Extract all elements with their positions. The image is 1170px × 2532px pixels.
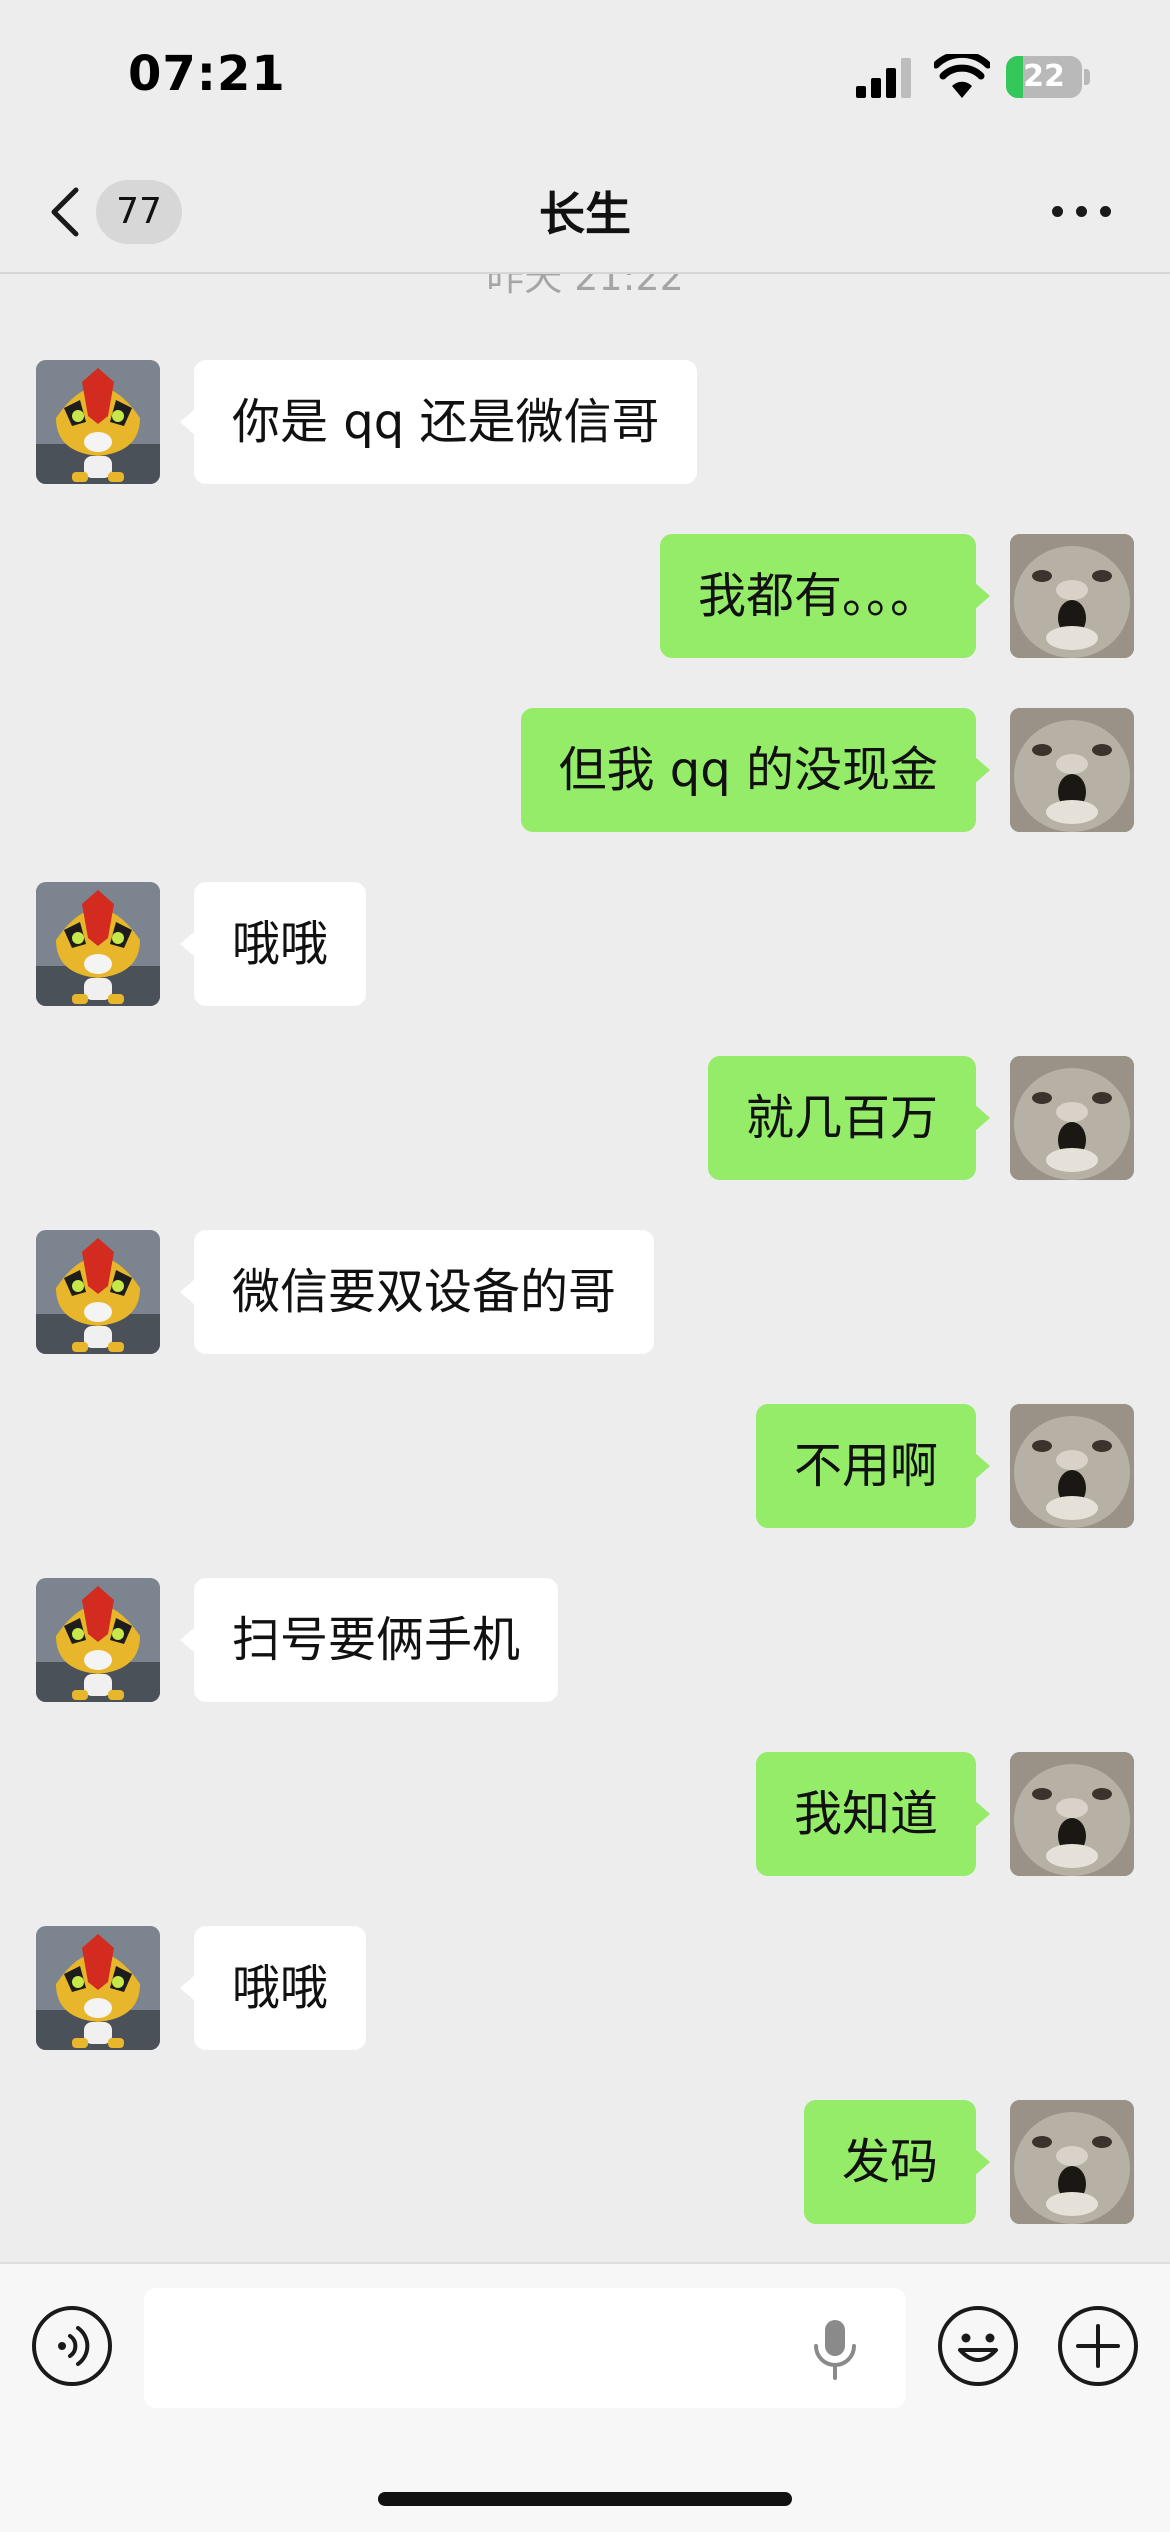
sent-message: 发码 — [0, 2100, 1170, 2224]
message-bubble[interactable]: 发码 — [803, 2100, 991, 2224]
message-bubble[interactable]: 但我 qq 的没现金 — [520, 708, 991, 832]
received-message: 微信要双设备的哥 — [0, 1230, 1170, 1354]
message-bubble[interactable]: 我知道 — [755, 1752, 991, 1876]
more-dots-icon — [1100, 206, 1111, 217]
chat-title: 长生 — [539, 187, 631, 241]
microphone-icon[interactable] — [810, 2318, 860, 2382]
home-indicator — [378, 2492, 792, 2506]
chat-screen: 07:21 22 77 长生 昨天 21:22 你是 qq 还是微信哥 我都有。… — [0, 0, 1170, 2532]
received-message: 哦哦 — [0, 882, 1170, 1006]
sent-message: 就几百万 — [0, 1056, 1170, 1180]
message-bubble[interactable]: 我都有。。。 — [659, 534, 991, 658]
message-bubble[interactable]: 哦哦 — [179, 882, 367, 1006]
sent-message: 但我 qq 的没现金 — [0, 708, 1170, 832]
message-input[interactable] — [144, 2288, 906, 2408]
sent-message: 不用啊 — [0, 1404, 1170, 1528]
voice-mode-icon[interactable] — [30, 2304, 114, 2388]
plus-icon[interactable] — [1056, 2304, 1140, 2388]
contact-avatar[interactable] — [36, 882, 160, 1006]
more-dots-icon — [1076, 206, 1087, 217]
message-bubble[interactable]: 扫号要俩手机 — [179, 1578, 559, 1702]
message-timestamp: 昨天 21:22 — [486, 274, 684, 299]
contact-avatar[interactable] — [36, 1926, 160, 2050]
back-button[interactable]: 77 — [36, 172, 186, 252]
message-bubble[interactable]: 微信要双设备的哥 — [179, 1230, 655, 1354]
contact-avatar[interactable] — [36, 360, 160, 484]
more-button[interactable] — [1050, 186, 1120, 236]
battery-body: 22 — [1006, 56, 1082, 98]
status-time: 07:21 — [128, 46, 286, 102]
message-bubble[interactable]: 不用啊 — [755, 1404, 991, 1528]
battery-icon: 22 — [1006, 56, 1090, 98]
my-avatar[interactable] — [1010, 534, 1134, 658]
more-dots-icon — [1052, 206, 1063, 217]
cellular-signal-icon — [856, 58, 911, 98]
my-avatar[interactable] — [1010, 708, 1134, 832]
emoji-icon[interactable] — [936, 2304, 1020, 2388]
contact-avatar[interactable] — [36, 1230, 160, 1354]
my-avatar[interactable] — [1010, 1056, 1134, 1180]
received-message: 哦哦 — [0, 1926, 1170, 2050]
message-bubble[interactable]: 你是 qq 还是微信哥 — [179, 360, 698, 484]
chevron-left-icon — [51, 187, 79, 237]
sent-message: 我知道 — [0, 1752, 1170, 1876]
battery-level: 22 — [1023, 59, 1065, 94]
contact-avatar[interactable] — [36, 1578, 160, 1702]
battery-tip — [1084, 69, 1090, 85]
message-bubble[interactable]: 就几百万 — [707, 1056, 991, 1180]
my-avatar[interactable] — [1010, 1404, 1134, 1528]
wifi-icon — [934, 54, 990, 98]
my-avatar[interactable] — [1010, 2100, 1134, 2224]
message-list[interactable]: 昨天 21:22 你是 qq 还是微信哥 我都有。。。 但我 qq 的没现金 哦哦 就几… — [0, 274, 1170, 2260]
input-bar — [0, 2262, 1170, 2532]
received-message: 扫号要俩手机 — [0, 1578, 1170, 1702]
nav-bar: 77 长生 — [0, 150, 1170, 274]
my-avatar[interactable] — [1010, 1752, 1134, 1876]
received-message: 你是 qq 还是微信哥 — [0, 360, 1170, 484]
status-bar: 07:21 22 — [0, 0, 1170, 150]
message-bubble[interactable]: 哦哦 — [179, 1926, 367, 2050]
unread-count-badge: 77 — [96, 180, 182, 244]
sent-message: 我都有。。。 — [0, 534, 1170, 658]
